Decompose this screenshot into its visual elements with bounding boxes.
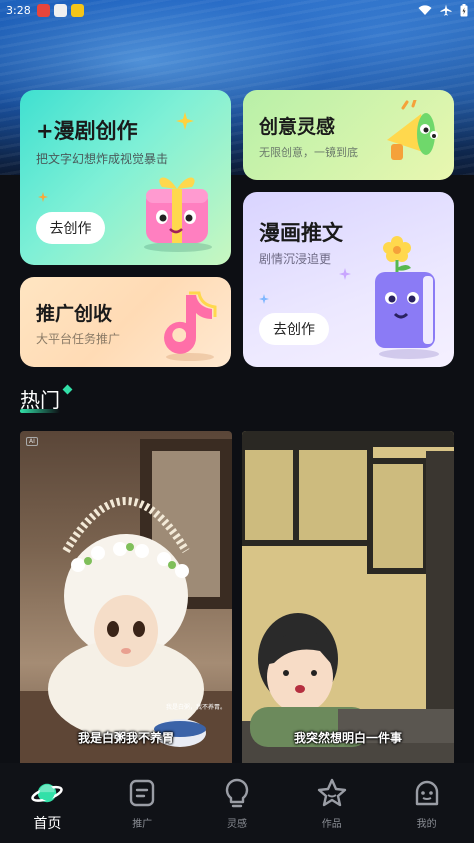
section-underline: [20, 409, 60, 413]
sparkle-icon: [339, 268, 351, 280]
feed-thumbnail-image: [20, 439, 232, 763]
tab-inspiration-label: 灵感: [226, 819, 247, 830]
promo-card-title: 推广创收: [36, 303, 113, 325]
sparkle-icon: [259, 294, 269, 304]
lightbulb-icon: [221, 777, 253, 809]
tab-works[interactable]: 作品: [284, 763, 379, 843]
feed-video-card[interactable]: 我突然想明白一件事: [242, 431, 454, 763]
feed-caption: 我是白粥我不养胃: [77, 731, 174, 745]
manga-card-subtitle: 剧情沉浸追更: [259, 252, 332, 266]
tab-promotion[interactable]: 推广: [95, 763, 190, 843]
tab-profile[interactable]: 我的: [379, 763, 474, 843]
idea-card-title: 创意灵感: [259, 116, 336, 138]
comic-creation-card[interactable]: +漫剧创作 把文字幻想炸成视觉暴击 去创作: [20, 90, 231, 265]
tab-works-label: 作品: [321, 819, 342, 830]
comic-card-title: +漫剧创作: [36, 119, 138, 143]
megaphone-mascot-icon: [387, 100, 438, 160]
promo-card-subtitle: 大平台任务推广: [36, 332, 121, 346]
wifi-icon: [418, 4, 432, 15]
planet-icon: [31, 777, 64, 809]
feed-video-card[interactable]: AI 我是白粥，我不养胃。 我是白粥我不养胃: [20, 431, 232, 763]
feed-small-caption: 我是白粥，我不养胃。: [165, 704, 226, 711]
tab-home[interactable]: 首页: [0, 763, 95, 843]
face-icon: [411, 777, 443, 809]
tab-inspiration[interactable]: 灵感: [190, 763, 285, 843]
bottom-tab-bar: 首页 推广 灵感 作品 我的: [0, 763, 474, 843]
idea-card-subtitle: 无限创意，一镜到底: [259, 146, 358, 159]
gift-box-mascot-icon: [144, 177, 212, 252]
manga-create-button[interactable]: 去创作: [259, 313, 329, 345]
creative-inspiration-card[interactable]: 创意灵感 无限创意，一镜到底: [243, 90, 454, 180]
feed-caption: 我突然想明白一件事: [293, 731, 402, 745]
section-spark-icon: [62, 384, 73, 395]
notification-app-icon: [53, 3, 67, 17]
music-note-icon: [164, 291, 217, 361]
comic-create-button[interactable]: 去创作: [36, 212, 105, 244]
tab-profile-label: 我的: [416, 819, 437, 830]
battery-icon: [460, 3, 468, 16]
feed-thumbnail-image: [242, 431, 454, 763]
airplane-icon: [440, 4, 452, 16]
manga-post-card[interactable]: 漫画推文 剧情沉浸追更 去创作: [243, 192, 454, 367]
star-icon: [316, 777, 348, 809]
sparkle-icon: [38, 192, 48, 202]
tab-home-label: 首页: [33, 816, 62, 832]
tab-promotion-label: 推广: [132, 819, 153, 830]
sparkle-icon: [176, 112, 194, 130]
book-mascot-icon: [375, 236, 439, 359]
status-time: 3:28: [6, 3, 31, 17]
promotion-earnings-card[interactable]: 推广创收 大平台任务推广: [20, 277, 231, 367]
document-icon: [126, 777, 158, 809]
status-bar: 3:28: [0, 0, 474, 20]
manga-card-title: 漫画推文: [259, 221, 343, 245]
notification-app-icon: [70, 3, 84, 17]
notification-app-icon: [36, 3, 50, 17]
